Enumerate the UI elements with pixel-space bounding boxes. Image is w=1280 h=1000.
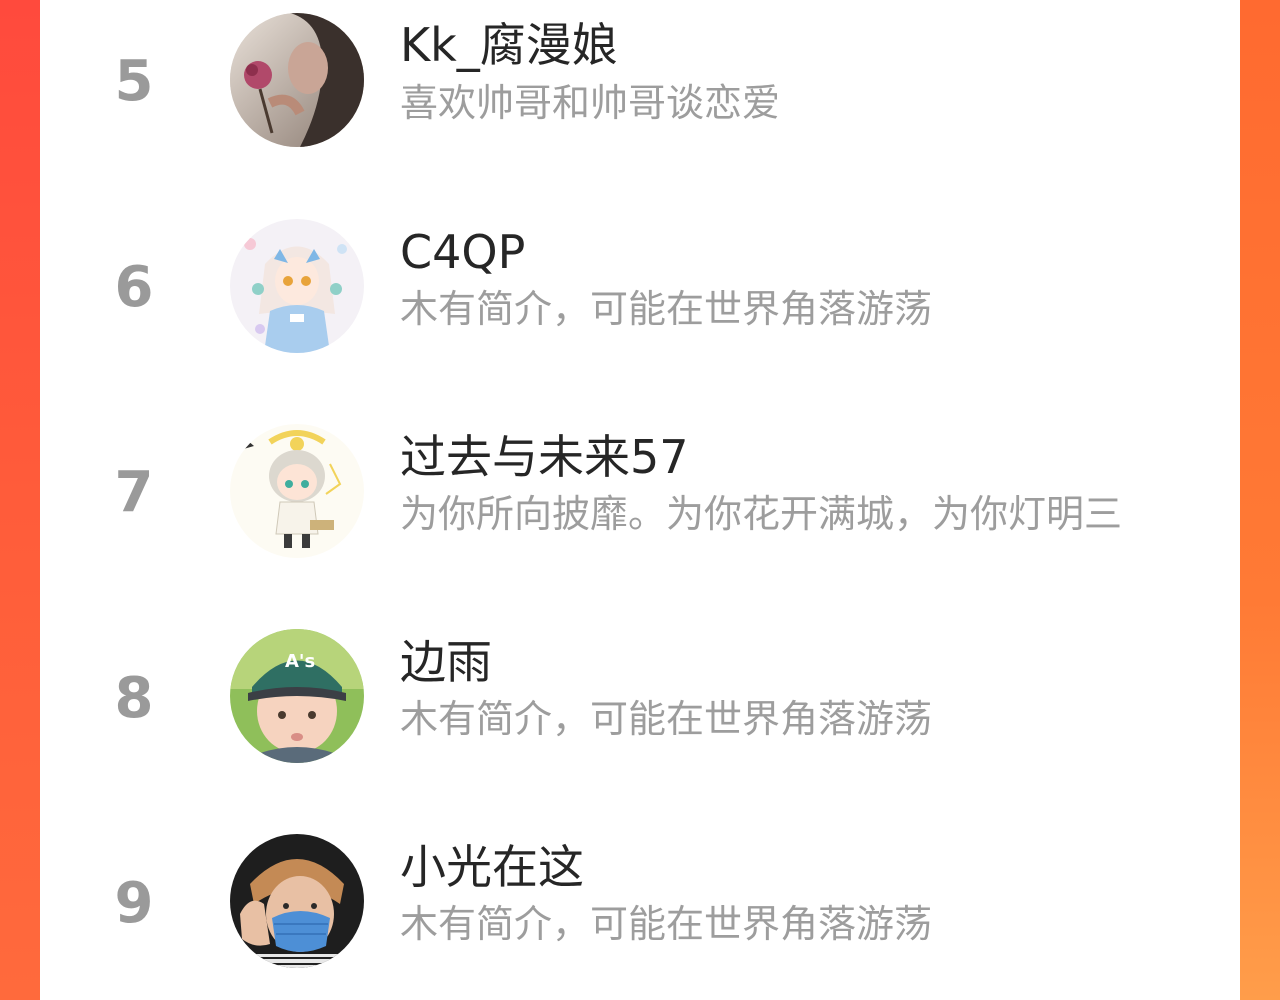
user-bio: 木有简介，可能在世界角落游荡 [400, 699, 933, 741]
user-avatar[interactable] [230, 424, 364, 558]
user-avatar[interactable]: A's [230, 629, 364, 763]
rank-number: 9 [114, 871, 154, 936]
ranking-row[interactable]: 6 C4QP 木有简介，可能在世界角落游荡 [40, 205, 1240, 410]
rank-number: 8 [114, 666, 154, 731]
ranking-row[interactable]: 8 A's 边雨 木有简介，可能在世界角落游荡 [40, 615, 1240, 820]
user-bio: 木有简介，可能在世界角落游荡 [400, 289, 933, 331]
user-avatar[interactable] [230, 13, 364, 147]
user-bio: 喜欢帅哥和帅哥谈恋爱 [400, 83, 781, 125]
background-edge-right [1240, 0, 1280, 1000]
ranking-row[interactable]: 7 过去与未来57 为你所向披靡。为你花开满城，为你灯明三 [40, 410, 1240, 615]
avatar-boy-mask-image [230, 834, 364, 968]
user-name[interactable]: 小光在这 [400, 842, 584, 893]
avatar-chibi-boy-image [230, 424, 364, 558]
user-name[interactable]: 边雨 [400, 637, 492, 688]
user-name[interactable]: 过去与未来57 [400, 432, 689, 483]
user-avatar[interactable] [230, 219, 364, 353]
avatar-anime-girl-image [230, 219, 364, 353]
user-bio: 木有简介，可能在世界角落游荡 [400, 904, 933, 946]
rank-number: 5 [114, 49, 154, 114]
avatar-child-cap-image: A's [230, 629, 364, 763]
user-name[interactable]: C4QP [400, 227, 525, 278]
avatar-rose-portrait-image [230, 13, 364, 147]
user-avatar[interactable] [230, 834, 364, 968]
user-name[interactable]: Kk_腐漫娘 [400, 20, 618, 71]
ranking-list: 5 Kk_腐漫娘 喜欢帅哥和帅哥谈恋爱 6 C4QP 木有简介，可能在世界角落游… [40, 0, 1240, 1000]
ranking-row[interactable]: 5 Kk_腐漫娘 喜欢帅哥和帅哥谈恋爱 [40, 0, 1240, 205]
svg-text:A's: A's [285, 651, 315, 672]
rank-number: 7 [114, 460, 154, 525]
rank-number: 6 [114, 255, 154, 320]
user-bio: 为你所向披靡。为你花开满城，为你灯明三 [400, 494, 1123, 536]
ranking-row[interactable]: 9 小光在这 木有简介，可能在世界角落游荡 [40, 820, 1240, 1000]
